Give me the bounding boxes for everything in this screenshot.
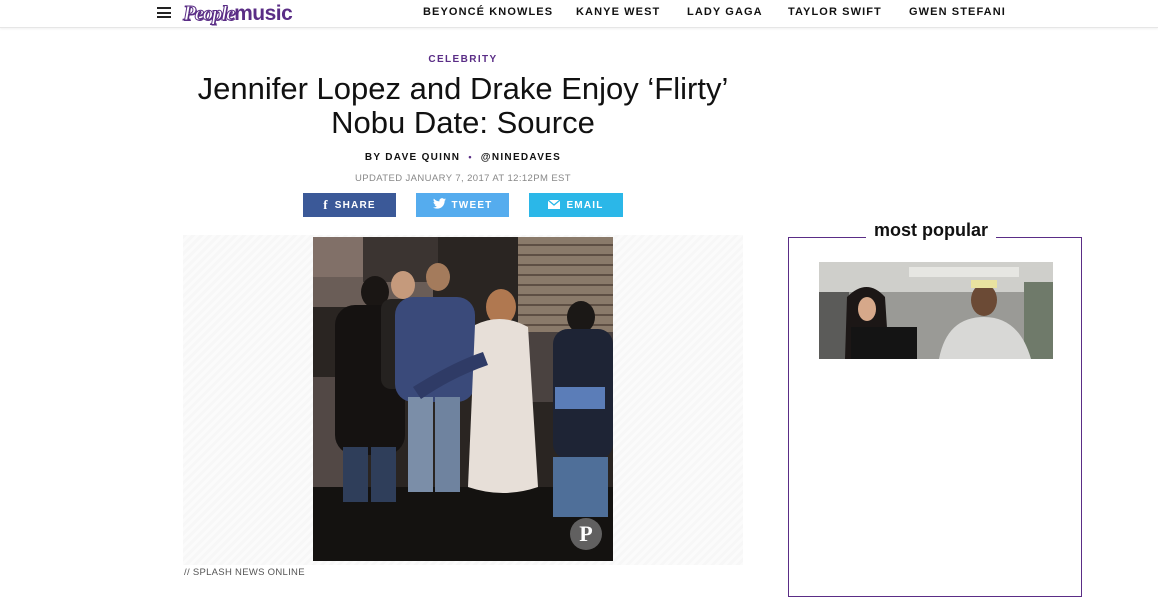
facebook-icon: f [323, 197, 329, 212]
nav-item-lady-gaga[interactable]: LADY GAGA [687, 6, 763, 18]
email-share-button[interactable]: EMAIL [529, 193, 623, 217]
most-popular-thumbnail[interactable] [819, 262, 1053, 359]
twitter-icon [432, 198, 446, 212]
byline: BY DAVE QUINN • @NINEDAVES [0, 152, 926, 163]
nav-item-taylor-swift[interactable]: TAYLOR SWIFT [788, 6, 882, 18]
author-handle[interactable]: @NINEDAVES [481, 152, 561, 163]
photo-credit: // SPLASH NEWS ONLINE [184, 567, 305, 578]
article-photo[interactable] [313, 237, 613, 561]
nav-item-gwen-stefani[interactable]: GWEN STEFANI [909, 6, 1006, 18]
facebook-share-button[interactable]: f SHARE [303, 193, 396, 217]
pinterest-icon: P [579, 521, 593, 546]
nav-item-kanye[interactable]: KANYE WEST [576, 6, 660, 18]
title-line-2: Nobu Date: Source [331, 105, 595, 140]
author-name[interactable]: BY DAVE QUINN [365, 152, 460, 163]
share-label: SHARE [334, 199, 376, 211]
email-icon [548, 198, 561, 212]
top-nav: BEYONCÉ KNOWLES KANYE WEST LADY GAGA TAY… [0, 6, 1158, 20]
nav-item-beyonce[interactable]: BEYONCÉ KNOWLES [423, 6, 553, 18]
site-header: Peoplemusic BEYONCÉ KNOWLES KANYE WEST L… [0, 0, 1158, 28]
most-popular-title: most popular [866, 220, 997, 241]
byline-separator: • [468, 152, 473, 162]
tweet-button[interactable]: TWEET [416, 193, 509, 217]
article-title: Jennifer Lopez and Drake Enjoy ‘Flirty’ … [0, 72, 926, 140]
category-kicker[interactable]: CELEBRITY [0, 54, 926, 65]
email-label: EMAIL [566, 199, 604, 211]
tweet-label: TWEET [451, 199, 493, 211]
pinterest-button[interactable]: P [570, 518, 602, 550]
title-line-1: Jennifer Lopez and Drake Enjoy ‘Flirty’ [197, 71, 729, 106]
updated-timestamp: UPDATED JANUARY 7, 2017 AT 12:12PM EST [354, 173, 572, 184]
